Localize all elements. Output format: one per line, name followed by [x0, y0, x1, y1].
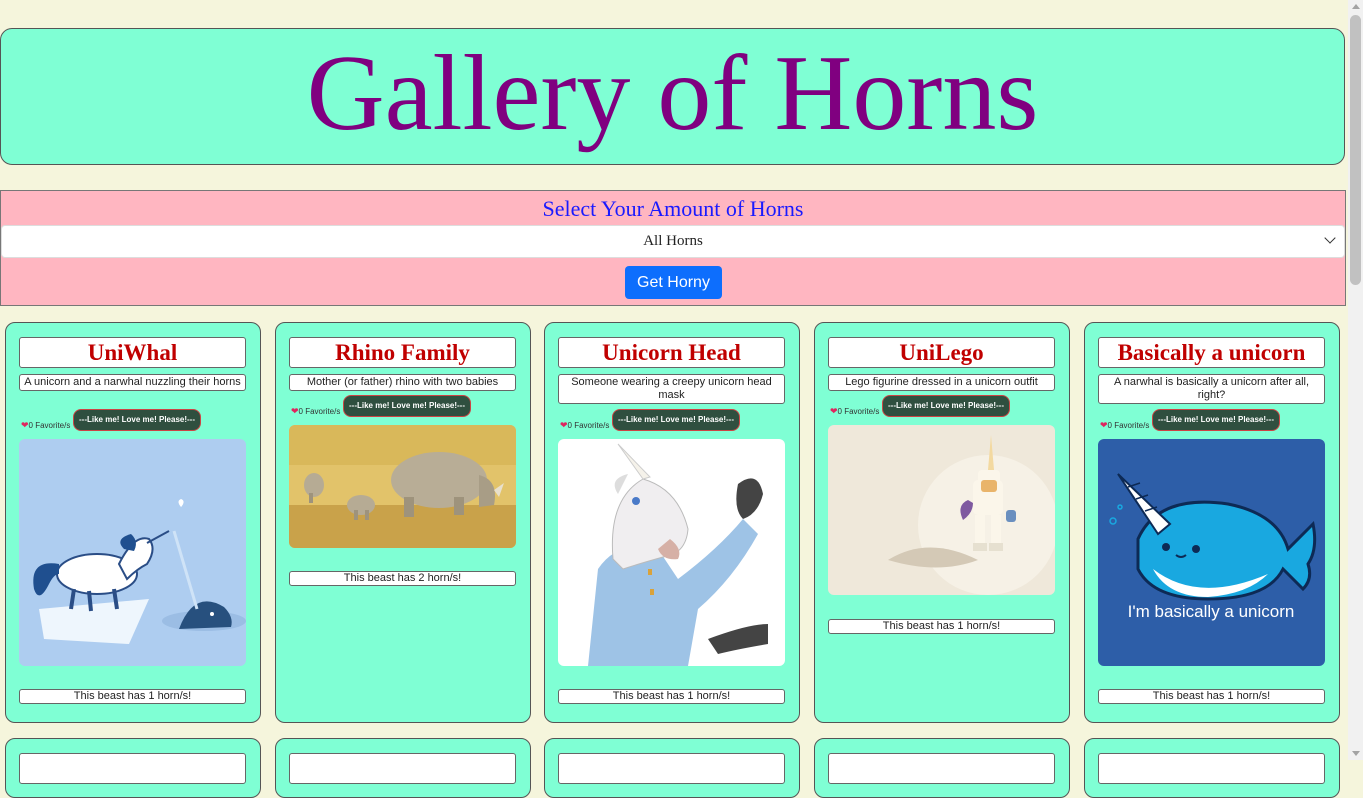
beast-card: Basically a unicorn A narwhal is basical…	[1084, 322, 1340, 723]
select-value: All Horns	[643, 233, 703, 249]
like-button[interactable]: ---Like me! Love me! Please!---	[882, 395, 1010, 417]
page-scrollbar[interactable]	[1348, 0, 1363, 760]
favorite-count: ❤0 Favorite/s	[1100, 420, 1150, 430]
card-title: Unicorn Head	[558, 337, 785, 368]
page-header: Gallery of Horns	[0, 28, 1345, 165]
card-image[interactable]: I'm basically a unicorn	[1098, 439, 1325, 666]
beast-card	[5, 738, 261, 798]
card-title	[558, 753, 785, 784]
card-image[interactable]	[558, 439, 785, 666]
favorite-count: ❤0 Favorite/s	[21, 420, 71, 430]
card-description: Mother (or father) rhino with two babies	[289, 374, 516, 391]
card-description: Lego figurine dressed in a unicorn outfi…	[828, 374, 1055, 391]
heart-icon: ❤	[1100, 420, 1108, 430]
heart-icon: ❤	[830, 406, 838, 416]
card-title: UniWhal	[19, 337, 246, 368]
favorite-count: ❤0 Favorite/s	[830, 406, 880, 416]
horn-count: This beast has 1 horn/s!	[558, 689, 785, 704]
heart-icon: ❤	[291, 406, 299, 416]
card-title: UniLego	[828, 337, 1055, 368]
card-description: Someone wearing a creepy unicorn head ma…	[558, 374, 785, 404]
card-title	[1098, 753, 1325, 784]
card-description: A narwhal is basically a unicorn after a…	[1098, 374, 1325, 404]
card-title	[828, 753, 1055, 784]
filter-title: Select Your Amount of Horns	[542, 196, 804, 221]
scroll-down-arrow-icon[interactable]	[1352, 751, 1360, 756]
like-button[interactable]: ---Like me! Love me! Please!---	[343, 395, 471, 417]
favorite-count: ❤0 Favorite/s	[560, 420, 610, 430]
like-button[interactable]: ---Like me! Love me! Please!---	[73, 409, 201, 431]
card-title: Rhino Family	[289, 337, 516, 368]
horn-count: This beast has 2 horn/s!	[289, 571, 516, 586]
beast-card: UniLego Lego figurine dressed in a unico…	[814, 322, 1070, 723]
horn-count: This beast has 1 horn/s!	[19, 689, 246, 704]
heart-icon: ❤	[21, 420, 29, 430]
horn-count: This beast has 1 horn/s!	[828, 619, 1055, 634]
heart-icon: ❤	[560, 420, 568, 430]
card-image[interactable]	[289, 425, 516, 548]
like-button[interactable]: ---Like me! Love me! Please!---	[612, 409, 740, 431]
image-caption: I'm basically a unicorn	[1128, 602, 1295, 621]
beast-card	[814, 738, 1070, 798]
beast-card	[544, 738, 800, 798]
card-image[interactable]	[828, 425, 1055, 595]
card-title: Basically a unicorn	[1098, 337, 1325, 368]
card-title	[19, 753, 246, 784]
beast-card: UniWhal A unicorn and a narwhal nuzzling…	[5, 322, 261, 723]
beast-card: Unicorn Head Someone wearing a creepy un…	[544, 322, 800, 723]
page-title: Gallery of Horns	[306, 33, 1039, 153]
like-button[interactable]: ---Like me! Love me! Please!---	[1152, 409, 1280, 431]
card-image[interactable]	[19, 439, 246, 666]
scroll-up-arrow-icon[interactable]	[1352, 4, 1360, 9]
horn-filter-form: Select Your Amount of Horns All Horns Ge…	[0, 190, 1346, 306]
horn-amount-select[interactable]: All Horns	[1, 225, 1345, 258]
horn-count: This beast has 1 horn/s!	[1098, 689, 1325, 704]
favorite-count: ❤0 Favorite/s	[291, 406, 341, 416]
beast-card	[1084, 738, 1340, 798]
scrollbar-thumb[interactable]	[1350, 15, 1361, 285]
card-title	[289, 753, 516, 784]
beast-card	[275, 738, 531, 798]
get-horny-button[interactable]: Get Horny	[625, 266, 722, 299]
beast-card: Rhino Family Mother (or father) rhino wi…	[275, 322, 531, 723]
card-description: A unicorn and a narwhal nuzzling their h…	[19, 374, 246, 391]
